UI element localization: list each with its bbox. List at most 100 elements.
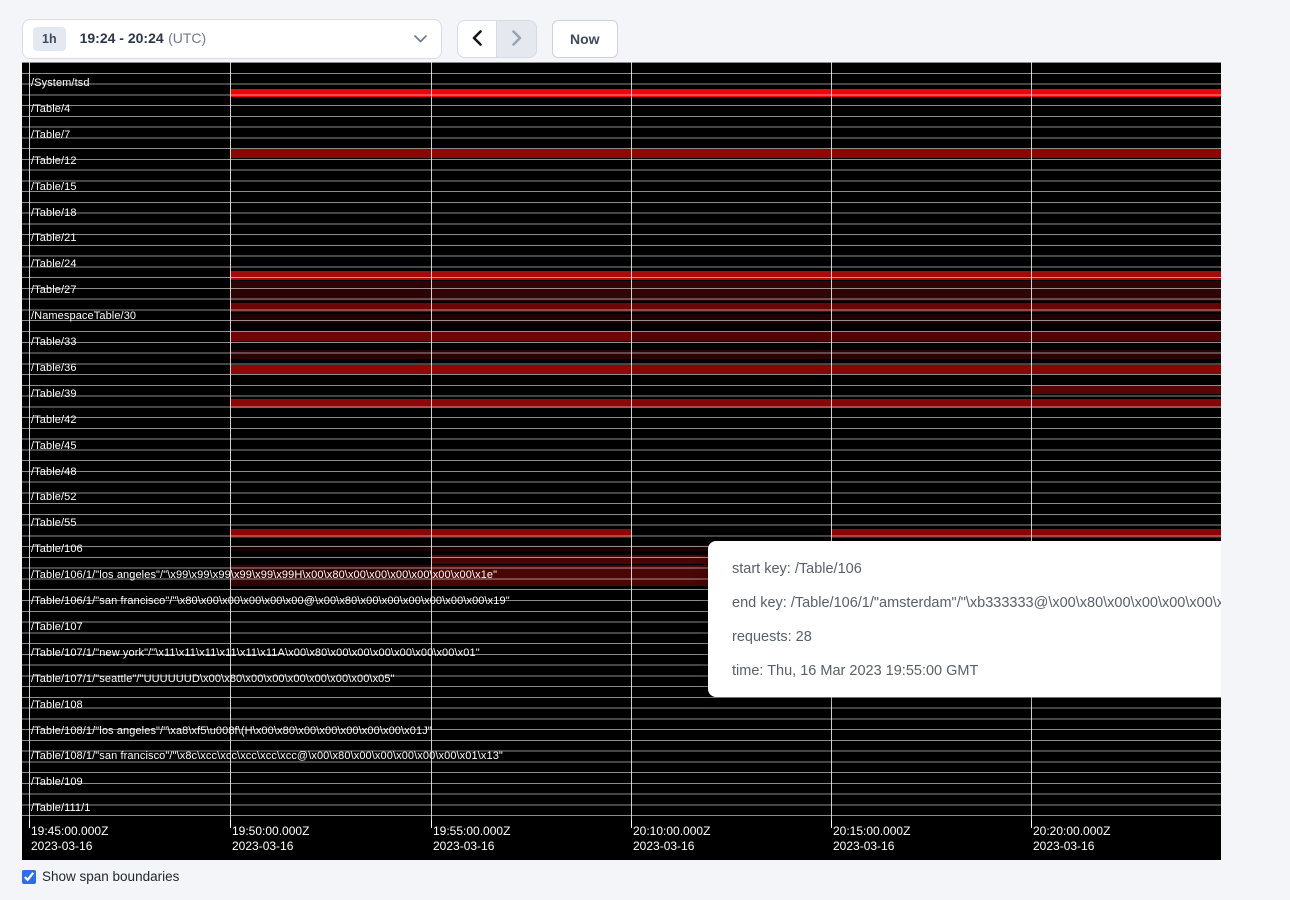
- heatmap-cell[interactable]: [1031, 271, 1221, 280]
- heatmap-cell[interactable]: [831, 314, 1031, 323]
- heatmap-cell[interactable]: [230, 332, 431, 341]
- heatmap-band: [22, 350, 1221, 359]
- chevron-down-icon: [414, 30, 427, 48]
- heatmap-cell[interactable]: [1031, 386, 1221, 394]
- heatmap-cell[interactable]: [631, 303, 831, 312]
- heatmap-band: [22, 386, 1221, 394]
- span-row-label: /Table/107/1/"seattle"/"UUUUUUD\x00\x80\…: [31, 673, 395, 685]
- heatmap-cell[interactable]: [230, 545, 431, 551]
- heatmap-canvas[interactable]: /System/tsd/Table/4/Table/7/Table/12/Tab…: [22, 62, 1221, 860]
- heatmap-cell[interactable]: [22, 399, 230, 408]
- now-button[interactable]: Now: [552, 20, 618, 58]
- heatmap-cell[interactable]: [1031, 89, 1221, 97]
- heatmap-cell[interactable]: [631, 281, 831, 301]
- heatmap-cell[interactable]: [431, 281, 631, 301]
- heatmap-cell[interactable]: [431, 271, 631, 280]
- span-row-label: /System/tsd: [31, 77, 90, 89]
- heatmap-cell[interactable]: [230, 529, 431, 538]
- heatmap-cell[interactable]: [431, 529, 631, 538]
- span-row-label: /Table/24: [31, 258, 77, 270]
- heatmap-cell[interactable]: [831, 350, 1031, 359]
- heatmap-cell[interactable]: [431, 303, 631, 312]
- heatmap-cell[interactable]: [230, 303, 431, 312]
- heatmap-cell[interactable]: [1031, 303, 1221, 312]
- heatmap-cell[interactable]: [431, 314, 631, 323]
- heatmap-cell[interactable]: [831, 303, 1031, 312]
- heatmap-cell[interactable]: [631, 149, 831, 158]
- heatmap-cell[interactable]: [1031, 149, 1221, 158]
- heatmap-cell[interactable]: [831, 399, 1031, 408]
- heatmap-cell[interactable]: [230, 555, 431, 564]
- axis-time-label: 19:55:00.000Z2023-03-16: [433, 824, 510, 854]
- show-span-boundaries-row[interactable]: Show span boundaries: [22, 869, 1290, 884]
- heatmap-cell[interactable]: [230, 365, 431, 374]
- heatmap-cell[interactable]: [230, 149, 431, 158]
- heatmap-cell[interactable]: [431, 545, 631, 551]
- heatmap-cell[interactable]: [831, 386, 1031, 394]
- show-span-boundaries-checkbox[interactable]: [22, 870, 36, 884]
- axis-tick: [631, 820, 632, 828]
- heatmap-cell[interactable]: [22, 555, 230, 564]
- heatmap-cell[interactable]: [1031, 314, 1221, 323]
- heatmap-cell[interactable]: [431, 149, 631, 158]
- heatmap-cell[interactable]: [831, 332, 1031, 341]
- heatmap-cell[interactable]: [230, 350, 431, 359]
- span-row-label: /Table/111/1: [31, 802, 91, 814]
- heatmap-cell[interactable]: [230, 89, 431, 97]
- heatmap-cell[interactable]: [831, 89, 1031, 97]
- heatmap-cell[interactable]: [831, 149, 1031, 158]
- heatmap-cell[interactable]: [431, 89, 631, 97]
- heatmap-cell[interactable]: [1031, 399, 1221, 408]
- heatmap-cell[interactable]: [631, 529, 831, 538]
- heatmap-cell[interactable]: [22, 529, 230, 538]
- heatmap-cell[interactable]: [431, 555, 631, 564]
- heatmap-cell[interactable]: [230, 271, 431, 280]
- heatmap-cell[interactable]: [831, 271, 1031, 280]
- heatmap-cell[interactable]: [431, 350, 631, 359]
- heatmap-cell[interactable]: [230, 314, 431, 323]
- axis-time-label: 20:20:00.000Z2023-03-16: [1033, 824, 1110, 854]
- axis-tick: [831, 820, 832, 828]
- span-row-label: /Table/108/1/"san francisco"/"\x8c\xcc\x…: [31, 750, 503, 762]
- heatmap-cell[interactable]: [22, 350, 230, 359]
- span-row-label: /Table/4: [31, 103, 70, 115]
- heatmap-cell[interactable]: [1031, 332, 1221, 341]
- heatmap-cell[interactable]: [631, 386, 831, 394]
- heatmap-cell[interactable]: [1031, 350, 1221, 359]
- heatmap-cell[interactable]: [831, 529, 1031, 538]
- heatmap-cell[interactable]: [631, 350, 831, 359]
- time-gridline: [1031, 62, 1032, 820]
- heatmap-cell[interactable]: [431, 399, 631, 408]
- time-range-select[interactable]: 1h 19:24 - 20:24 (UTC): [22, 19, 442, 59]
- next-interval-button[interactable]: [497, 21, 536, 57]
- span-row-label: /Table/27: [31, 284, 77, 296]
- previous-interval-button[interactable]: [458, 21, 497, 57]
- heatmap-cell[interactable]: [631, 332, 831, 341]
- heatmap-cell[interactable]: [1031, 365, 1221, 374]
- heatmap-cell[interactable]: [631, 314, 831, 323]
- heatmap-cell[interactable]: [22, 271, 230, 280]
- heatmap-cell[interactable]: [22, 89, 230, 97]
- time-range-label: 19:24 - 20:24 (UTC): [80, 30, 207, 48]
- heatmap-cell[interactable]: [431, 365, 631, 374]
- heatmap-cell[interactable]: [230, 399, 431, 408]
- heatmap-cell[interactable]: [631, 399, 831, 408]
- heatmap-cell[interactable]: [1031, 529, 1221, 538]
- span-row-label: /Table/106/1/"los angeles"/"\x99\x99\x99…: [31, 569, 497, 581]
- heatmap-cell[interactable]: [230, 281, 431, 301]
- heatmap-cell[interactable]: [431, 332, 631, 341]
- toolbar: 1h 19:24 - 20:24 (UTC) Now: [0, 0, 1290, 59]
- span-row-label: /Table/33: [31, 336, 77, 348]
- heatmap-cell[interactable]: [431, 386, 631, 394]
- heatmap-cell[interactable]: [631, 365, 831, 374]
- heatmap-cell[interactable]: [831, 365, 1031, 374]
- heatmap-cell[interactable]: [230, 386, 431, 394]
- heatmap-cell[interactable]: [631, 89, 831, 97]
- chevron-right-icon: [512, 30, 522, 49]
- heatmap-cell[interactable]: [1031, 281, 1221, 301]
- span-boundary-lines: [22, 62, 1221, 820]
- span-row-label: /Table/36: [31, 362, 77, 374]
- heatmap-cell[interactable]: [631, 271, 831, 280]
- heatmap-cell[interactable]: [831, 281, 1031, 301]
- span-row-label: /Table/107/1/"new york"/"\x11\x11\x11\x1…: [31, 647, 480, 659]
